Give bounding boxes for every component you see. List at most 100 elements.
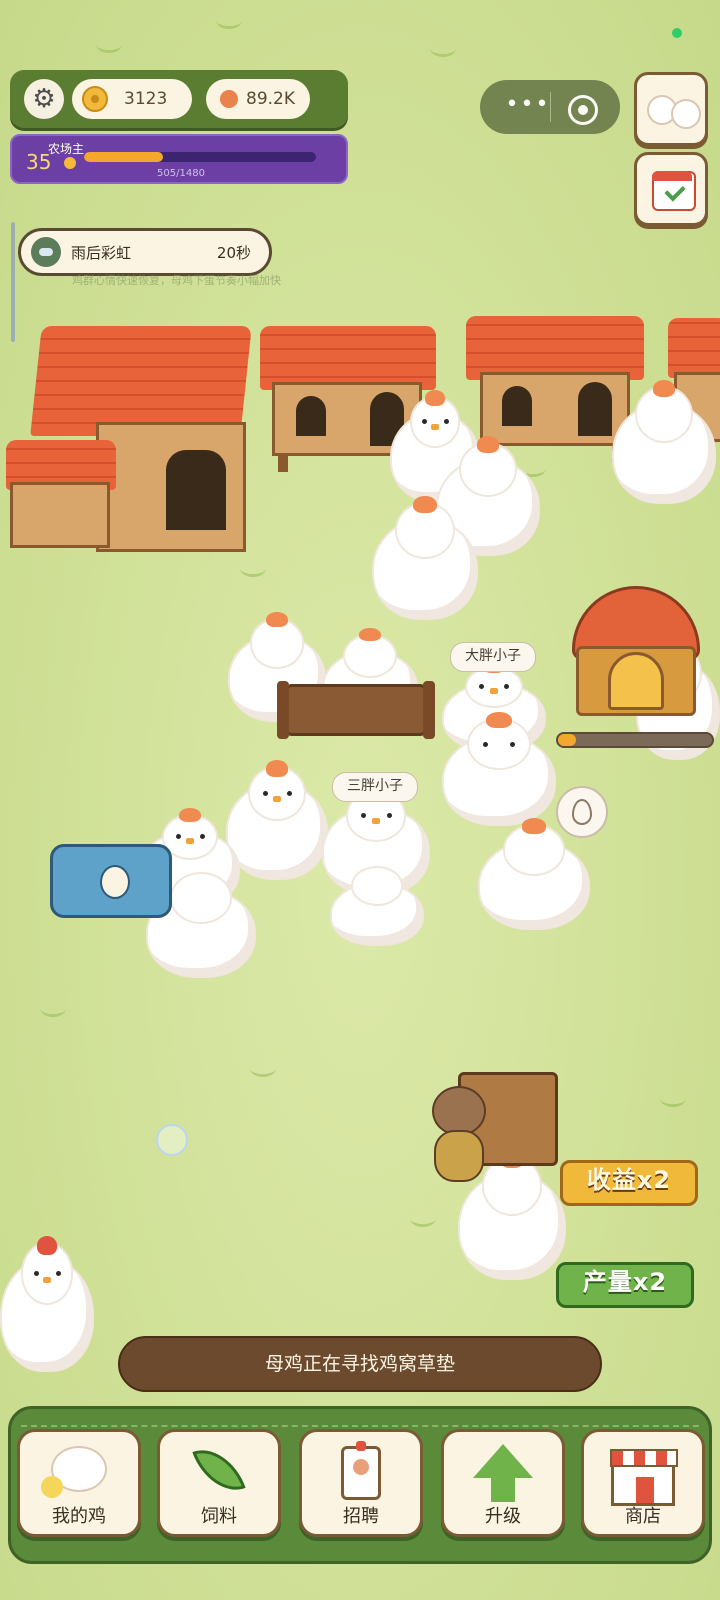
grass-tuft — [430, 40, 456, 57]
mini-program-capsule: ••• — [480, 80, 620, 134]
grass-tuft — [250, 1060, 276, 1077]
hen-beak — [490, 687, 498, 694]
capsule-divider — [550, 92, 551, 122]
chicken-shape — [51, 1446, 107, 1492]
gear-icon[interactable]: ⚙ — [24, 79, 64, 119]
nav-upgrade[interactable]: 升级 — [441, 1429, 565, 1537]
nav-feed[interactable]: 饲料 — [157, 1429, 281, 1537]
close-target-icon[interactable] — [568, 95, 598, 125]
hen[interactable] — [372, 496, 478, 620]
coop-roof — [668, 318, 720, 378]
hen[interactable] — [226, 760, 328, 880]
nav-label: 商店 — [625, 1506, 661, 1527]
egg-incubator[interactable] — [572, 586, 700, 726]
hen-head — [170, 872, 232, 924]
feeding-trough[interactable] — [277, 681, 435, 739]
side-indicator — [11, 222, 15, 342]
hen-beak — [431, 423, 439, 430]
calendar-icon — [652, 171, 696, 211]
bottom-nav: 我的鸡 饲料 招聘 升级 商店 — [8, 1406, 712, 1564]
egg-counter[interactable]: 89.2K — [206, 79, 310, 119]
daily-checkin-button[interactable] — [634, 152, 708, 226]
hen-beak — [43, 1276, 51, 1283]
hen-eye — [176, 834, 181, 839]
grass-tuft — [40, 1000, 66, 1017]
weather-timer: 20秒 — [216, 243, 251, 262]
hen[interactable] — [612, 380, 716, 504]
coop-door — [502, 386, 532, 426]
badge-shape — [341, 1441, 381, 1500]
hen[interactable] — [442, 712, 556, 826]
incubator-window — [608, 652, 664, 710]
chicken-name-tag: 大胖小子 — [450, 642, 536, 672]
hen-comb — [36, 1236, 58, 1256]
level-title: 农场主 — [48, 142, 85, 156]
hen-comb — [359, 628, 381, 642]
hen-comb — [179, 808, 201, 822]
incubator-progress-bar — [556, 732, 714, 748]
output-boost-badge[interactable]: 产量x2 — [556, 1262, 694, 1308]
coin-icon — [82, 86, 108, 112]
grass-tuft — [240, 560, 266, 577]
water-trough[interactable] — [50, 844, 172, 918]
bear-body — [434, 1130, 484, 1182]
coop-leg — [278, 454, 288, 472]
level-progress-fill — [84, 152, 164, 162]
weather-event-banner[interactable]: 雨后彩虹 20秒 — [18, 228, 272, 276]
chicken-name-tag: 三胖小子 — [332, 772, 418, 802]
hen-eye — [386, 813, 392, 819]
chicken-icon — [671, 99, 701, 129]
badge-icon — [341, 1441, 381, 1500]
status-message: 母鸡正在寻找鸡窝草垫 — [118, 1336, 602, 1392]
hen-comb — [425, 390, 445, 406]
weather-description: 鸡群心情快速恢复，母鸡下蛋节奏小幅加快 — [72, 274, 281, 287]
nav-my-chickens[interactable]: 我的鸡 — [17, 1429, 141, 1537]
hen-eye — [360, 813, 366, 819]
main-coop[interactable] — [6, 326, 252, 556]
hen-head — [350, 866, 404, 906]
grass-tuft — [660, 1090, 686, 1107]
weather-icon — [31, 237, 61, 267]
incubator-progress-fill — [558, 734, 577, 746]
nest-box — [10, 482, 110, 548]
hen-comb — [265, 760, 289, 777]
egg-bubble-icon[interactable] — [556, 786, 608, 838]
hen-comb — [652, 380, 676, 398]
more-icon[interactable]: ••• — [498, 92, 558, 117]
coop-roof — [260, 326, 436, 390]
hen-beak — [273, 796, 281, 802]
coop-door — [296, 396, 326, 436]
hen-eye — [262, 791, 268, 797]
coop-roof — [466, 316, 644, 380]
chicken-icon — [51, 1446, 107, 1492]
level-progress-text: 505/1480 — [157, 168, 205, 179]
hen-eye — [483, 741, 489, 747]
hen-comb — [476, 436, 500, 453]
coin-counter[interactable]: 3123 — [72, 79, 192, 119]
income-boost-badge[interactable]: 收益x2 — [560, 1160, 698, 1206]
friends-button[interactable] — [634, 72, 708, 146]
nav-label: 饲料 — [201, 1506, 237, 1527]
arrow-stem — [491, 1476, 515, 1502]
egg-value: 89.2K — [246, 89, 295, 109]
hen[interactable] — [330, 860, 424, 946]
bubble-icon — [156, 1124, 188, 1156]
level-panel[interactable]: 农场主 35 505/1480 — [10, 134, 348, 184]
hen-comb — [521, 818, 547, 834]
nav-label: 我的鸡 — [52, 1506, 106, 1527]
grass-tuft — [410, 1210, 436, 1227]
arrow-head — [473, 1444, 533, 1478]
water-drop-icon — [100, 865, 130, 899]
coop-roof — [30, 326, 252, 436]
weather-name: 雨后彩虹 — [71, 243, 132, 262]
nav-trim — [21, 1419, 699, 1427]
hen-beak — [186, 838, 194, 844]
nav-shop[interactable]: 商店 — [581, 1429, 705, 1537]
check-icon — [664, 180, 686, 202]
hen-comb — [413, 496, 437, 514]
status-dot — [672, 28, 682, 38]
coin-value: 3123 — [124, 89, 168, 109]
bear-worker[interactable] — [428, 1086, 490, 1182]
hen[interactable] — [0, 1236, 94, 1372]
nav-recruit[interactable]: 招聘 — [299, 1429, 423, 1537]
